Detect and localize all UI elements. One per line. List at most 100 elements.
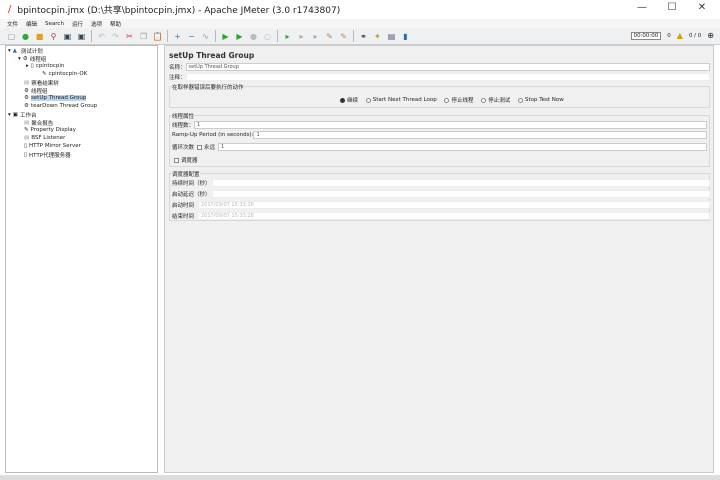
gear-icon: ⚙ <box>24 88 29 94</box>
warning-icon[interactable]: ▲ <box>677 31 683 40</box>
maximize-button[interactable]: ☐ <box>657 2 687 17</box>
gear-icon: ⚙ <box>24 103 29 109</box>
menu-options[interactable]: 选项 <box>91 20 102 28</box>
menu-search[interactable]: Search <box>45 21 64 27</box>
tree-node[interactable]: ▤ 聚合报告 <box>24 119 53 127</box>
loop-count-input[interactable]: 1 <box>218 143 707 151</box>
thread-count: 0 / 0 <box>688 32 702 39</box>
start-no-pause-icon[interactable]: ▶ <box>233 30 246 43</box>
radio-stop-test-now[interactable]: Stop Test Now <box>517 97 564 103</box>
separator <box>353 30 354 42</box>
menu-help[interactable]: 帮助 <box>110 20 121 28</box>
gear-icon: ⚙ <box>24 95 29 101</box>
tree-node[interactable]: ▾ ▲ 测试计划 <box>8 47 43 55</box>
tree-node[interactable]: ▾ ▣ 工作台 <box>8 111 36 119</box>
start-icon[interactable]: ▶ <box>219 30 232 43</box>
toggle-icon[interactable]: ∿ <box>199 30 212 43</box>
stop-icon[interactable]: ● <box>247 30 260 43</box>
help-icon[interactable]: ▮ <box>399 30 412 43</box>
tree-node[interactable]: ▾ ⚙ 线程组 <box>18 55 46 63</box>
listener-icon: ▤ <box>24 80 30 86</box>
window-title: bpintocpin.jmx (D:\共享\bpintocpin.jmx) - … <box>17 6 341 16</box>
name-input[interactable]: setUp Thread Group <box>185 63 710 71</box>
pencil-icon: ✎ <box>42 71 47 77</box>
menu-run[interactable]: 运行 <box>72 20 83 28</box>
undo-icon[interactable]: ↶ <box>95 30 108 43</box>
duration-input[interactable] <box>212 179 710 187</box>
collapse-icon[interactable]: − <box>185 30 198 43</box>
workbench-icon: ▣ <box>12 112 18 118</box>
save-as-icon[interactable]: ▣ <box>75 30 88 43</box>
reset-search-icon[interactable]: ✦ <box>371 30 384 43</box>
sampler-icon: ▯ <box>30 63 34 69</box>
copy-icon[interactable]: ❐ <box>137 30 150 43</box>
warning-count: 0 <box>667 32 671 39</box>
radio-start-next-loop[interactable]: Start Next Thread Loop <box>365 97 437 103</box>
minimize-button[interactable]: — <box>627 2 657 17</box>
save-icon[interactable]: ▣ <box>61 30 74 43</box>
expand-toggle-icon[interactable]: ▾ <box>18 56 21 62</box>
remote-stop-icon[interactable]: ▸ <box>295 30 308 43</box>
shutdown-icon[interactable]: ○ <box>261 30 274 43</box>
new-icon[interactable]: ▢ <box>5 30 18 43</box>
tree-node[interactable]: ✎ cpintocpin-OK <box>42 71 87 77</box>
close-button[interactable]: ✕ <box>687 2 717 17</box>
clear-icon[interactable]: ✎ <box>323 30 336 43</box>
listener-icon: ▤ <box>24 120 30 126</box>
separator <box>277 30 278 42</box>
menu-edit[interactable]: 编辑 <box>26 20 37 28</box>
function-helper-icon[interactable]: ▤ <box>385 30 398 43</box>
threads-input[interactable]: 1 <box>194 121 707 129</box>
tree-node[interactable]: ⚙ tearDown Thread Group <box>24 103 97 109</box>
search-icon[interactable]: ⚭ <box>357 30 370 43</box>
tree-node-selected[interactable]: ⚙ setUp Thread Group <box>24 95 87 101</box>
remote-start-icon[interactable]: ▸ <box>281 30 294 43</box>
expand-icon[interactable]: + <box>171 30 184 43</box>
paste-icon[interactable]: 📋 <box>151 30 164 43</box>
templates-icon[interactable]: ● <box>19 30 32 43</box>
tree-node[interactable]: ▸ ▯ cpintocpin <box>26 63 64 69</box>
open-icon[interactable]: ■ <box>33 30 46 43</box>
redo-icon[interactable]: ↷ <box>109 30 122 43</box>
test-plan-tree[interactable]: ▾ ▲ 测试计划 ▾ ⚙ 线程组 ▸ ▯ cpintocpin ✎ cpintocpin-OK… <box>5 45 158 473</box>
separator <box>215 30 216 42</box>
tree-node[interactable]: ▤ BSF Listener <box>24 135 65 141</box>
expand-toggle-icon[interactable]: ▾ <box>8 112 11 118</box>
test-plan-icon: ▲ <box>12 48 17 54</box>
tree-node[interactable]: ▯ HTTP代理服务器 <box>24 151 71 159</box>
tree-node[interactable]: ✎ Property Display <box>24 127 76 133</box>
tree-node[interactable]: ⚙ 线程组 <box>24 87 47 95</box>
forever-checkbox[interactable] <box>197 144 203 150</box>
end-time-input[interactable]: 2017/09/07 15:33:28 <box>198 212 710 220</box>
comment-row: 注释： <box>169 73 710 81</box>
close-file-icon[interactable]: ⚲ <box>47 30 60 43</box>
listener-icon: ▤ <box>24 135 30 141</box>
title-bar: / bpintocpin.jmx (D:\共享\bpintocpin.jmx) … <box>0 0 720 19</box>
scheduler-checkbox[interactable] <box>174 157 179 163</box>
remote-globe-icon[interactable]: ⊕ <box>707 31 714 40</box>
remote-exit-icon[interactable]: ▸ <box>309 30 322 43</box>
radio-stop-thread[interactable]: 停止线程 <box>444 96 473 104</box>
server-icon: ▯ <box>24 152 28 158</box>
radio-continue[interactable]: 继续 <box>340 96 358 104</box>
thread-group-panel: setUp Thread Group 名称： setUp Thread Grou… <box>164 45 714 473</box>
name-row: 名称： setUp Thread Group <box>169 63 710 71</box>
radio-stop-test[interactable]: 停止测试 <box>481 96 510 104</box>
gear-icon: ⚙ <box>22 56 28 62</box>
startup-delay-input[interactable] <box>212 190 710 198</box>
clear-all-icon[interactable]: ✎ <box>337 30 350 43</box>
status-area: 00:00:00 0 ▲ 0 / 0 ⊕ <box>630 31 714 40</box>
tree-node[interactable]: ▤ 察看结果树 <box>24 79 59 87</box>
rampup-input[interactable]: 1 <box>253 131 707 139</box>
expand-toggle-icon[interactable]: ▾ <box>8 48 11 54</box>
toolbar: ▢ ● ■ ⚲ ▣ ▣ ↶ ↷ ✂ ❐ 📋 + − ∿ ▶ ▶ ● ○ ▸ ▸ … <box>0 28 720 45</box>
expand-toggle-icon[interactable]: ▸ <box>26 63 29 69</box>
tree-node[interactable]: ▯ HTTP Mirror Server <box>24 143 81 149</box>
window-bottom-edge <box>0 475 720 480</box>
separator <box>167 30 168 42</box>
error-action-group: 在取样器错误后要执行的动作 继续 Start Next Thread Loop … <box>169 83 710 108</box>
comment-input[interactable] <box>185 73 710 81</box>
cut-icon[interactable]: ✂ <box>123 30 136 43</box>
start-time-input[interactable]: 2017/09/07 15:33:28 <box>198 201 710 209</box>
menu-file[interactable]: 文件 <box>7 20 18 28</box>
